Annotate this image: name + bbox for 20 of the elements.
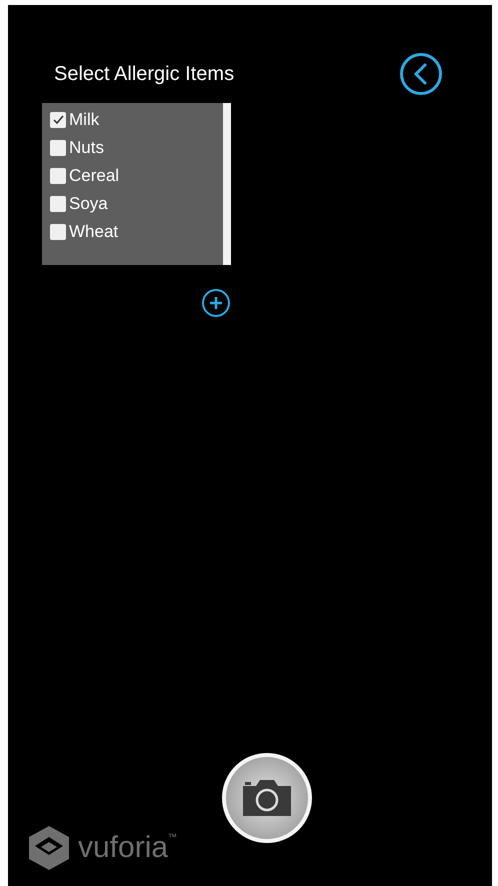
check-icon [52, 115, 64, 125]
item-label[interactable]: Cereal [69, 163, 120, 189]
checkbox[interactable] [50, 140, 66, 156]
checkbox[interactable] [50, 168, 66, 184]
plus-icon [209, 296, 223, 310]
back-button[interactable] [400, 53, 442, 95]
item-label[interactable]: Soya [69, 191, 108, 217]
brand-name: vuforia [78, 833, 168, 863]
scrollbar[interactable] [223, 103, 231, 265]
checkbox[interactable] [50, 196, 66, 212]
add-button[interactable] [202, 289, 230, 317]
checkbox[interactable] [50, 224, 66, 240]
checkbox[interactable] [50, 112, 66, 128]
logo-icon [28, 825, 70, 871]
item-label[interactable]: Nuts [69, 135, 104, 161]
screen-title: Select Allergic Items [54, 62, 234, 87]
trademark-sign: ™ [168, 831, 178, 844]
item-label[interactable]: Milk [69, 107, 100, 133]
item-label[interactable]: Wheat [69, 219, 118, 245]
camera-icon [240, 778, 294, 818]
